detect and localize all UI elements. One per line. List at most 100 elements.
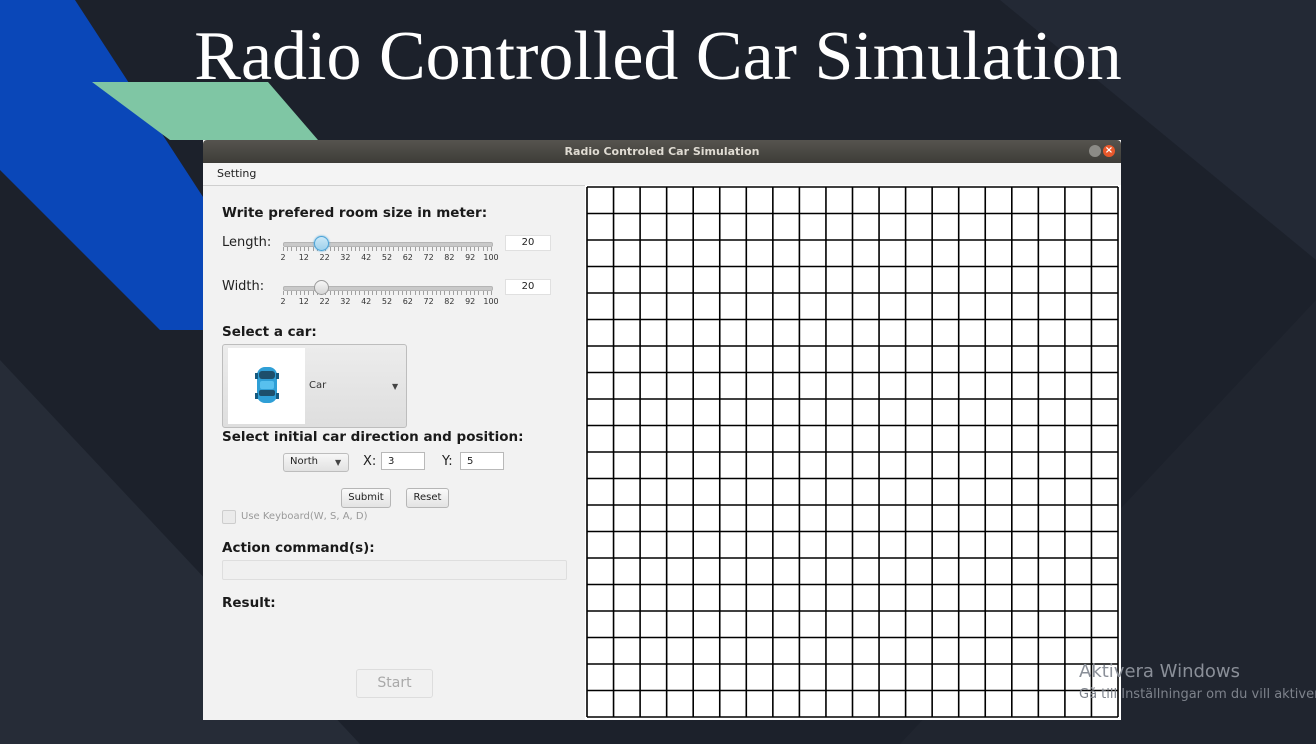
slider-tick <box>287 291 289 295</box>
slider-tick <box>444 247 446 251</box>
slider-tick-label: 92 <box>465 297 476 306</box>
slider-tick <box>363 291 365 295</box>
slider-tick-label: 22 <box>319 297 330 306</box>
slider-tick <box>355 247 357 251</box>
slider-tick <box>448 247 450 251</box>
slider-tick <box>486 291 488 295</box>
slider-tick <box>406 247 408 251</box>
y-field[interactable]: 5 <box>460 452 504 470</box>
car-selector[interactable]: Car ▼ <box>222 344 407 428</box>
slide-title: Radio Controlled Car Simulation <box>194 18 1122 95</box>
slider-tick <box>329 291 331 295</box>
slider-tick <box>283 247 284 251</box>
slider-tick <box>410 291 412 295</box>
close-button[interactable]: × <box>1103 145 1115 157</box>
direction-value: North <box>290 456 318 467</box>
app-window: Radio Controled Car Simulation × Setting… <box>203 140 1121 720</box>
slider-tick <box>465 291 467 295</box>
slider-tick <box>431 247 433 251</box>
slider-tick <box>457 291 459 295</box>
slider-tick <box>397 291 399 295</box>
slider-tick <box>474 291 476 295</box>
slider-tick-label: 2 <box>280 253 286 262</box>
slider-tick <box>384 291 386 295</box>
slider-tick-label: 62 <box>402 297 413 306</box>
direction-dropdown[interactable]: North ▼ <box>283 453 349 472</box>
slider-tick <box>461 291 463 295</box>
slider-tick <box>448 291 450 295</box>
slider-tick <box>295 291 297 295</box>
slider-tick <box>461 247 463 251</box>
slider-tick <box>308 247 310 251</box>
slider-tick-label: 12 <box>298 297 309 306</box>
width-label: Width: <box>222 279 265 294</box>
slider-tick <box>342 291 344 295</box>
slider-tick <box>372 291 374 295</box>
slider-tick <box>414 247 416 251</box>
slider-tick <box>359 291 361 295</box>
slider-tick-label: 82 <box>444 253 455 262</box>
slider-tick <box>389 247 391 251</box>
slider-tick-label: 82 <box>444 297 455 306</box>
slider-tick <box>469 291 471 295</box>
slider-tick <box>333 291 335 295</box>
slider-tick <box>423 247 425 251</box>
slider-tick <box>287 247 289 251</box>
slider-tick <box>393 291 395 295</box>
keyboard-checkbox[interactable] <box>222 510 236 524</box>
grid-canvas <box>586 186 1119 718</box>
width-slider[interactable]: 2 12 22 32 42 52 62 72 82 92 100 <box>280 278 499 314</box>
length-slider[interactable]: 2 12 22 32 42 52 62 72 82 92 100 <box>280 234 499 270</box>
activation-watermark-title: Aktivera Windows <box>1079 661 1241 682</box>
activation-watermark-text: Gå till Inställningar om du vill aktiver… <box>1079 687 1316 702</box>
slider-tick <box>457 247 459 251</box>
slider-tick <box>329 247 331 251</box>
slider-tick <box>401 247 403 251</box>
minimize-button[interactable] <box>1089 145 1101 157</box>
slider-tick-label: 22 <box>319 253 330 262</box>
slider-tick <box>355 291 357 295</box>
slider-tick <box>308 291 310 295</box>
slider-tick <box>414 291 416 295</box>
submit-button[interactable]: Submit <box>341 488 391 508</box>
slider-tick <box>452 291 454 295</box>
slider-tick <box>401 291 403 295</box>
slider-tick <box>338 247 340 251</box>
slider-tick <box>478 247 480 251</box>
slider-tick <box>482 247 484 251</box>
slider-tick <box>478 291 480 295</box>
direction-position-heading: Select initial car direction and positio… <box>222 429 524 445</box>
slider-tick-label: 52 <box>381 253 393 262</box>
length-value[interactable]: 20 <box>505 235 551 251</box>
slider-tick <box>350 247 352 251</box>
room-grid[interactable] <box>585 185 1121 720</box>
slider-tick <box>342 247 344 251</box>
action-command-field[interactable] <box>222 560 567 580</box>
start-button[interactable]: Start <box>356 669 433 698</box>
slider-tick <box>440 291 442 295</box>
slider-tick-label: 92 <box>465 253 476 262</box>
reset-button[interactable]: Reset <box>406 488 449 508</box>
slider-tick <box>418 247 420 251</box>
slider-tick <box>393 247 395 251</box>
width-value[interactable]: 20 <box>505 279 551 295</box>
slider-tick-label: 52 <box>381 297 393 306</box>
settings-panel: Write prefered room size in meter: Lengt… <box>203 186 585 720</box>
slider-tick <box>444 291 446 295</box>
slider-tick <box>427 247 429 251</box>
menu-setting[interactable]: Setting <box>217 167 256 180</box>
slider-tick <box>491 247 492 251</box>
x-field[interactable]: 3 <box>381 452 425 470</box>
slider-tick <box>304 247 306 251</box>
window-titlebar[interactable]: Radio Controled Car Simulation × <box>203 140 1121 163</box>
car-icon <box>255 367 279 403</box>
slider-tick <box>465 247 467 251</box>
slider-tick <box>474 247 476 251</box>
slider-tick <box>367 247 369 251</box>
slider-tick-label: 32 <box>340 297 351 306</box>
slider-tick-label: 100 <box>483 253 499 262</box>
slider-tick <box>427 291 429 295</box>
x-label: X: <box>363 454 377 469</box>
slider-tick <box>304 291 306 295</box>
slider-tick <box>380 247 382 251</box>
